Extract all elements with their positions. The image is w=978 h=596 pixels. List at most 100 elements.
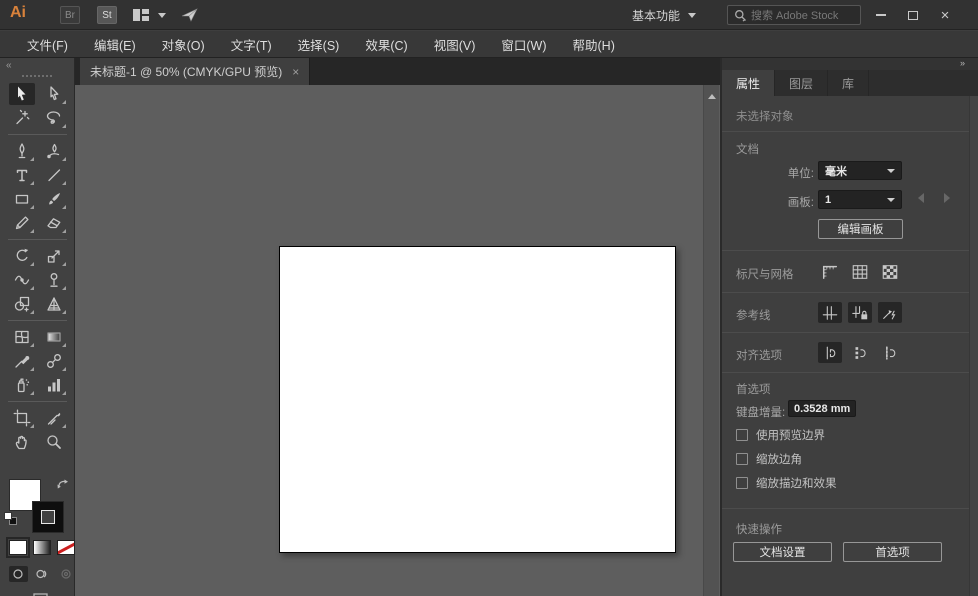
tool-rotate[interactable]: [9, 245, 35, 267]
no-selection-label: 未选择对象: [736, 108, 794, 124]
workspace-layout-icon[interactable]: [132, 8, 150, 27]
tab-libraries[interactable]: 库: [828, 70, 869, 96]
preferences-button[interactable]: 首选项: [843, 542, 942, 562]
tool-width[interactable]: [9, 269, 35, 291]
panel-header-strip: »: [722, 58, 978, 70]
maximize-button[interactable]: [898, 0, 928, 30]
stroke-color-swatch[interactable]: [33, 502, 63, 532]
menu-type[interactable]: 文字(T): [218, 31, 285, 58]
dock-collapse-icon[interactable]: «: [6, 60, 11, 71]
artboard-label: 画板:: [780, 194, 814, 210]
tool-magic-wand[interactable]: [9, 107, 35, 129]
scale-strokes-effects-checkbox[interactable]: [736, 477, 748, 489]
snap-to-grid-icon[interactable]: [818, 342, 842, 363]
properties-panel: » 属性 图层 库 未选择对象 文档 单位: 毫米 画板: 1: [722, 58, 978, 596]
draw-inside-button[interactable]: [56, 566, 75, 582]
tool-shaper[interactable]: [9, 212, 35, 234]
tool-mesh[interactable]: [9, 326, 35, 348]
tool-shape-builder[interactable]: [9, 293, 35, 315]
snap-to-pixel-icon[interactable]: [848, 342, 872, 363]
tool-zoom[interactable]: [41, 431, 67, 453]
snap-to-point-icon[interactable]: [878, 342, 902, 363]
artboard-select[interactable]: 1: [818, 190, 902, 209]
tool-scale[interactable]: [41, 245, 67, 267]
artboard[interactable]: [279, 246, 676, 553]
tool-direct-selection[interactable]: [41, 83, 67, 105]
tool-paintbrush[interactable]: [41, 188, 67, 210]
tool-eyedropper[interactable]: [9, 350, 35, 372]
dock-drag-handle[interactable]: [22, 75, 52, 77]
document-tab[interactable]: 未标题-1 @ 50% (CMYK/GPU 预览) ×: [80, 58, 310, 85]
tab-properties[interactable]: 属性: [722, 70, 775, 96]
tool-curvature[interactable]: [41, 140, 67, 162]
swap-fill-stroke-icon[interactable]: [56, 478, 70, 497]
scale-strokes-row: 缩放描边和效果: [736, 475, 837, 491]
tool-symbol-sprayer[interactable]: [9, 374, 35, 396]
menu-select[interactable]: 选择(S): [285, 31, 353, 58]
smart-guides-icon[interactable]: [878, 302, 902, 323]
tool-lasso[interactable]: [41, 107, 67, 129]
illustrator-window: Ai Br St 基本功能 搜索 Adobe Stock × 文件(F) 编辑(…: [0, 0, 978, 596]
use-preview-bounds-checkbox[interactable]: [736, 429, 748, 441]
tool-separator: [8, 401, 67, 402]
menu-help[interactable]: 帮助(H): [560, 31, 628, 58]
document-setup-button[interactable]: 文档设置: [733, 542, 832, 562]
menu-object[interactable]: 对象(O): [149, 31, 218, 58]
tool-hand[interactable]: [9, 431, 35, 453]
color-button[interactable]: [9, 540, 27, 555]
panel-collapse-icon[interactable]: »: [960, 58, 964, 68]
keyboard-increment-field[interactable]: 0.3528 mm: [788, 400, 856, 417]
tab-layers[interactable]: 图层: [775, 70, 828, 96]
edit-artboard-button[interactable]: 编辑画板: [818, 219, 903, 239]
screen-mode-icon[interactable]: [26, 592, 50, 596]
bridge-icon[interactable]: Br: [60, 6, 80, 24]
tab-close-icon[interactable]: ×: [292, 65, 299, 79]
lock-guides-icon[interactable]: [848, 302, 872, 323]
menu-window[interactable]: 窗口(W): [488, 31, 559, 58]
gradient-button[interactable]: [33, 540, 51, 555]
tool-column-graph[interactable]: [41, 374, 67, 396]
document-setup-label: 文档设置: [760, 544, 806, 560]
artboard-prev-icon[interactable]: [918, 193, 924, 203]
tool-line-segment[interactable]: [41, 164, 67, 186]
share-icon[interactable]: [180, 6, 200, 29]
menu-effect[interactable]: 效果(C): [352, 31, 420, 58]
none-button[interactable]: [57, 540, 75, 555]
tool-gradient[interactable]: [41, 326, 67, 348]
artboard-next-icon[interactable]: [944, 193, 950, 203]
tool-artboard[interactable]: [9, 407, 35, 429]
transparency-grid-icon[interactable]: [878, 261, 902, 282]
minimize-button[interactable]: [866, 0, 896, 30]
show-rulers-icon[interactable]: [818, 261, 842, 282]
unit-select[interactable]: 毫米: [818, 161, 902, 180]
default-fill-stroke-icon[interactable]: [4, 512, 17, 525]
scale-corners-checkbox[interactable]: [736, 453, 748, 465]
menu-edit[interactable]: 编辑(E): [81, 31, 149, 58]
tool-perspective-grid[interactable]: [41, 293, 67, 315]
show-guides-icon[interactable]: [818, 302, 842, 323]
artboard-chevron-down-icon: [887, 198, 895, 202]
tool-selection[interactable]: [9, 83, 35, 105]
maximize-icon: [908, 11, 918, 20]
scroll-up-icon[interactable]: [708, 94, 716, 99]
draw-normal-button[interactable]: [9, 566, 28, 582]
tool-rectangle[interactable]: [9, 188, 35, 210]
tool-type[interactable]: [9, 164, 35, 186]
vertical-scrollbar[interactable]: [703, 85, 719, 596]
canvas[interactable]: [75, 85, 720, 596]
panel-scrollbar[interactable]: [969, 96, 978, 596]
workspace-switcher[interactable]: 基本功能: [632, 0, 696, 30]
tool-puppet-warp[interactable]: [41, 269, 67, 291]
menu-file[interactable]: 文件(F): [14, 31, 81, 58]
menu-view[interactable]: 视图(V): [421, 31, 489, 58]
draw-behind-button[interactable]: [33, 566, 52, 582]
show-grid-icon[interactable]: [848, 261, 872, 282]
tool-slice[interactable]: [41, 407, 67, 429]
layout-chevron-down-icon[interactable]: [158, 13, 166, 18]
tool-pen[interactable]: [9, 140, 35, 162]
stock-icon[interactable]: St: [97, 6, 117, 24]
adobe-stock-search-input[interactable]: 搜索 Adobe Stock: [727, 5, 861, 25]
tool-eraser[interactable]: [41, 212, 67, 234]
tool-blend[interactable]: [41, 350, 67, 372]
close-button[interactable]: ×: [930, 0, 960, 30]
